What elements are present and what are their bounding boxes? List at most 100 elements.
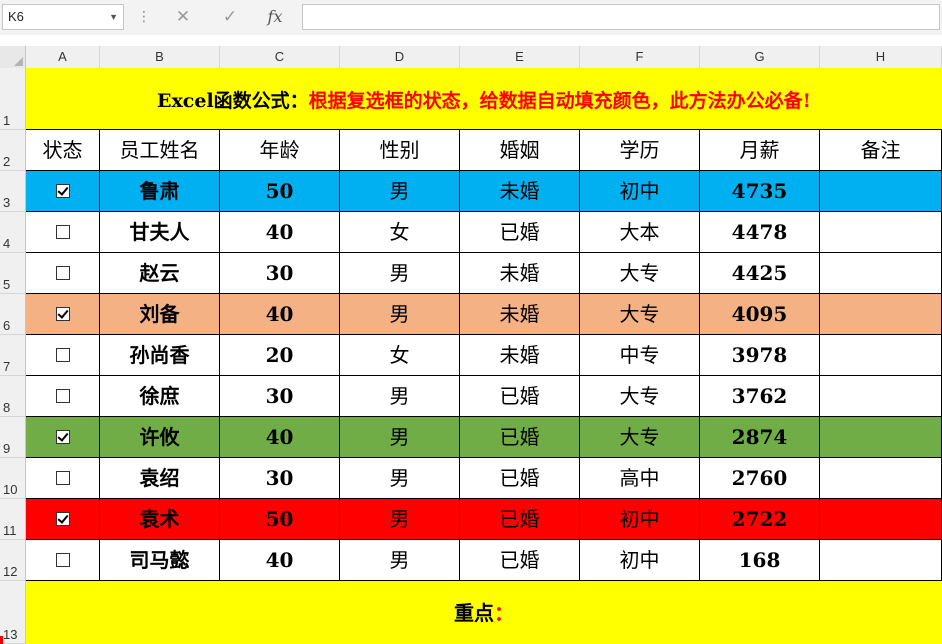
column-header-a[interactable]: A <box>26 46 100 68</box>
gender-cell[interactable]: 男 <box>340 417 460 457</box>
gender-cell[interactable]: 男 <box>340 376 460 416</box>
title-row[interactable]: Excel函数公式：根据复选框的状态，给数据自动填充颜色，此方法办公必备! <box>26 68 942 130</box>
edu-cell[interactable]: 大专 <box>580 294 700 334</box>
note-cell[interactable] <box>820 294 942 334</box>
status-cell[interactable] <box>26 376 100 416</box>
name-cell[interactable]: 甘夫人 <box>100 212 220 252</box>
gender-cell[interactable]: 男 <box>340 253 460 293</box>
checkbox-checked[interactable] <box>55 183 70 198</box>
row-header-1[interactable]: 1 <box>0 68 25 130</box>
edu-cell[interactable]: 大专 <box>580 253 700 293</box>
age-cell[interactable]: 30 <box>220 458 340 498</box>
note-cell[interactable] <box>820 499 942 539</box>
note-cell[interactable] <box>820 417 942 457</box>
age-cell[interactable]: 30 <box>220 253 340 293</box>
row-header-13[interactable]: 13 <box>0 581 25 644</box>
header-cell[interactable]: 状态 <box>26 130 100 170</box>
age-cell[interactable]: 20 <box>220 335 340 375</box>
note-cell[interactable] <box>820 458 942 498</box>
checkbox-checked[interactable] <box>55 429 70 444</box>
checkbox-unchecked[interactable] <box>55 347 70 362</box>
header-cell[interactable]: 员工姓名 <box>100 130 220 170</box>
gender-cell[interactable]: 男 <box>340 458 460 498</box>
row-header-2[interactable]: 2 <box>0 130 25 171</box>
enter-icon[interactable]: ✓ <box>215 4 245 30</box>
row-header-9[interactable]: 9 <box>0 417 25 458</box>
salary-cell[interactable]: 2760 <box>700 458 820 498</box>
status-cell[interactable] <box>26 212 100 252</box>
salary-cell[interactable]: 4095 <box>700 294 820 334</box>
marriage-cell[interactable]: 未婚 <box>460 335 580 375</box>
marriage-cell[interactable]: 已婚 <box>460 212 580 252</box>
note-cell[interactable] <box>820 253 942 293</box>
name-cell[interactable]: 鲁肃 <box>100 171 220 211</box>
status-cell[interactable] <box>26 294 100 334</box>
row-header-8[interactable]: 8 <box>0 376 25 417</box>
gender-cell[interactable]: 男 <box>340 499 460 539</box>
row-header-11[interactable]: 11 <box>0 499 25 540</box>
status-cell[interactable] <box>26 540 100 580</box>
row-header-3[interactable]: 3 <box>0 171 25 212</box>
status-cell[interactable] <box>26 335 100 375</box>
column-header-f[interactable]: F <box>580 46 700 68</box>
edu-cell[interactable]: 大专 <box>580 376 700 416</box>
status-cell[interactable] <box>26 253 100 293</box>
salary-cell[interactable]: 4425 <box>700 253 820 293</box>
select-all-corner[interactable] <box>0 46 26 68</box>
marriage-cell[interactable]: 已婚 <box>460 499 580 539</box>
edu-cell[interactable]: 初中 <box>580 171 700 211</box>
name-cell[interactable]: 司马懿 <box>100 540 220 580</box>
edu-cell[interactable]: 大专 <box>580 417 700 457</box>
formula-input[interactable] <box>302 4 940 30</box>
name-cell[interactable]: 许攸 <box>100 417 220 457</box>
status-cell[interactable] <box>26 499 100 539</box>
note-cell[interactable] <box>820 171 942 211</box>
marriage-cell[interactable]: 未婚 <box>460 294 580 334</box>
checkbox-unchecked[interactable] <box>55 470 70 485</box>
salary-cell[interactable]: 3762 <box>700 376 820 416</box>
age-cell[interactable]: 40 <box>220 294 340 334</box>
column-header-b[interactable]: B <box>100 46 220 68</box>
marriage-cell[interactable]: 已婚 <box>460 417 580 457</box>
checkbox-unchecked[interactable] <box>55 388 70 403</box>
salary-cell[interactable]: 3978 <box>700 335 820 375</box>
row-header-10[interactable]: 10 <box>0 458 25 499</box>
status-cell[interactable] <box>26 417 100 457</box>
marriage-cell[interactable]: 未婚 <box>460 171 580 211</box>
column-header-c[interactable]: C <box>220 46 340 68</box>
salary-cell[interactable]: 168 <box>700 540 820 580</box>
age-cell[interactable]: 40 <box>220 417 340 457</box>
cancel-icon[interactable]: ✕ <box>168 4 198 30</box>
status-cell[interactable] <box>26 171 100 211</box>
row-header-12[interactable]: 12 <box>0 540 25 581</box>
edu-cell[interactable]: 中专 <box>580 335 700 375</box>
name-cell[interactable]: 刘备 <box>100 294 220 334</box>
marriage-cell[interactable]: 已婚 <box>460 540 580 580</box>
checkbox-checked[interactable] <box>55 306 70 321</box>
gender-cell[interactable]: 女 <box>340 212 460 252</box>
edu-cell[interactable]: 初中 <box>580 540 700 580</box>
age-cell[interactable]: 40 <box>220 540 340 580</box>
age-cell[interactable]: 40 <box>220 212 340 252</box>
header-cell[interactable]: 年龄 <box>220 130 340 170</box>
column-header-h[interactable]: H <box>820 46 942 68</box>
marriage-cell[interactable]: 已婚 <box>460 376 580 416</box>
status-cell[interactable] <box>26 458 100 498</box>
name-cell[interactable]: 孙尚香 <box>100 335 220 375</box>
gender-cell[interactable]: 男 <box>340 294 460 334</box>
header-cell[interactable]: 婚姻 <box>460 130 580 170</box>
note-cell[interactable] <box>820 540 942 580</box>
name-cell[interactable]: 徐庶 <box>100 376 220 416</box>
edu-cell[interactable]: 初中 <box>580 499 700 539</box>
row-header-6[interactable]: 6 <box>0 294 25 335</box>
header-cell[interactable]: 学历 <box>580 130 700 170</box>
marriage-cell[interactable]: 未婚 <box>460 253 580 293</box>
column-header-d[interactable]: D <box>340 46 460 68</box>
name-cell[interactable]: 袁术 <box>100 499 220 539</box>
name-box[interactable]: K6 ▼ <box>2 4 124 30</box>
salary-cell[interactable]: 2722 <box>700 499 820 539</box>
more-options-icon[interactable]: ⋮ <box>137 8 151 26</box>
name-cell[interactable]: 袁绍 <box>100 458 220 498</box>
chevron-down-icon[interactable]: ▼ <box>109 5 118 29</box>
age-cell[interactable]: 30 <box>220 376 340 416</box>
